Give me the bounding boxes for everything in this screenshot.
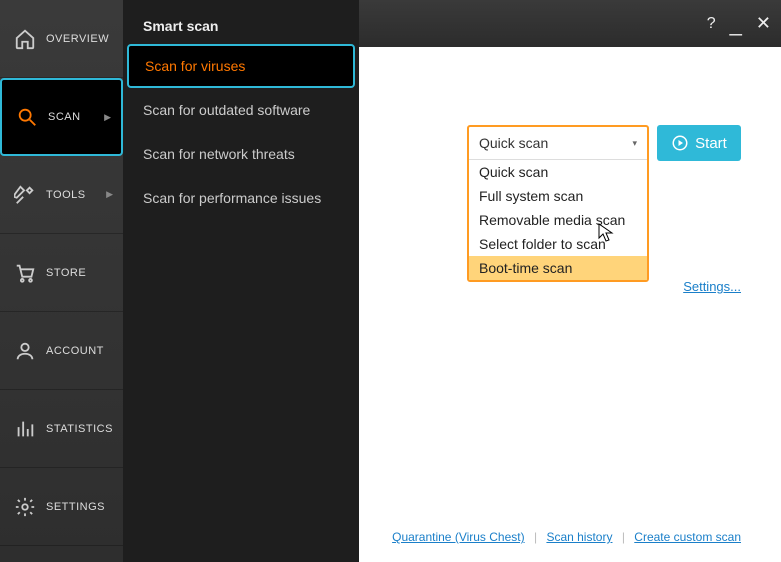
sidebar-label: OVERVIEW [46, 33, 109, 45]
chevron-down-icon: ▾ [632, 138, 637, 149]
sidebar-item-store[interactable]: STORE [0, 234, 123, 312]
sidebar-item-statistics[interactable]: STATISTICS [0, 390, 123, 468]
user-icon [14, 340, 36, 362]
sidebar-label: STORE [46, 267, 86, 279]
scan-controls: Quick scan ▾ Quick scan Full system scan… [467, 125, 741, 282]
start-button[interactable]: Start [657, 125, 741, 161]
titlebar-controls: ? _ ✕ [707, 13, 771, 34]
footer-links: Quarantine (Virus Chest) | Scan history … [392, 530, 741, 544]
settings-link[interactable]: Settings... [683, 279, 741, 294]
quarantine-link[interactable]: Quarantine (Virus Chest) [392, 530, 525, 544]
submenu-title[interactable]: Smart scan [123, 0, 359, 40]
dropdown-selected[interactable]: Quick scan ▾ [469, 127, 647, 160]
sidebar-item-overview[interactable]: OVERVIEW [0, 0, 123, 78]
help-button[interactable]: ? [707, 15, 716, 33]
sidebar-item-account[interactable]: ACCOUNT [0, 312, 123, 390]
sidebar-label: STATISTICS [46, 423, 113, 435]
sidebar: OVERVIEW SCAN ▶ TOOLS ▶ STORE ACCOUNT ST… [0, 0, 123, 562]
dropdown-option[interactable]: Full system scan [469, 184, 647, 208]
magnify-icon [16, 106, 38, 128]
sidebar-label: SCAN [48, 111, 81, 123]
scan-submenu: Smart scan Scan for viruses Scan for out… [123, 0, 359, 562]
scan-history-link[interactable]: Scan history [546, 530, 612, 544]
cart-icon [14, 262, 36, 284]
minimize-button[interactable]: _ [730, 20, 742, 28]
chevron-right-icon: ▶ [104, 112, 111, 123]
dropdown-option[interactable]: Boot-time scan [469, 256, 647, 280]
sidebar-label: TOOLS [46, 189, 86, 201]
home-icon [14, 28, 36, 50]
dropdown-selected-label: Quick scan [479, 135, 548, 151]
sidebar-item-scan[interactable]: SCAN ▶ [0, 78, 123, 156]
chevron-right-icon: ▶ [106, 189, 113, 200]
dropdown-list: Quick scan Full system scan Removable me… [469, 160, 647, 280]
dropdown-option[interactable]: Removable media scan [469, 208, 647, 232]
start-button-label: Start [695, 135, 727, 152]
submenu-item-scan-performance[interactable]: Scan for performance issues [123, 176, 359, 220]
submenu-item-scan-network[interactable]: Scan for network threats [123, 132, 359, 176]
submenu-item-scan-viruses[interactable]: Scan for viruses [127, 44, 355, 88]
submenu-item-scan-outdated[interactable]: Scan for outdated software [123, 88, 359, 132]
sidebar-item-settings[interactable]: SETTINGS [0, 468, 123, 546]
app-window: OVERVIEW SCAN ▶ TOOLS ▶ STORE ACCOUNT ST… [0, 0, 781, 562]
sidebar-label: ACCOUNT [46, 345, 104, 357]
stats-icon [14, 418, 36, 440]
dropdown-option[interactable]: Select folder to scan [469, 232, 647, 256]
dropdown-option[interactable]: Quick scan [469, 160, 647, 184]
close-button[interactable]: ✕ [756, 13, 771, 34]
sidebar-label: SETTINGS [46, 501, 105, 513]
sidebar-item-tools[interactable]: TOOLS ▶ [0, 156, 123, 234]
tools-icon [14, 184, 36, 206]
gear-icon [14, 496, 36, 518]
play-icon [671, 134, 689, 152]
create-custom-scan-link[interactable]: Create custom scan [634, 530, 741, 544]
scan-type-dropdown[interactable]: Quick scan ▾ Quick scan Full system scan… [467, 125, 649, 282]
